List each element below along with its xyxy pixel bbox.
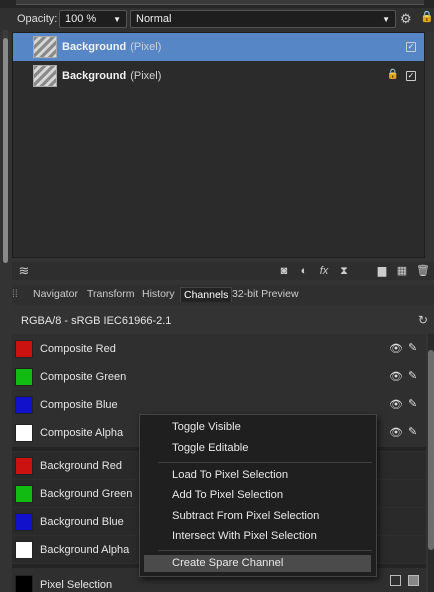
menu-item-load-to-pixel-selection[interactable]: Load To Pixel Selection [172, 469, 288, 481]
lock-icon[interactable]: 🔒 [387, 69, 399, 80]
layer-thumbnail [33, 36, 57, 58]
channel-name: Background Blue [40, 515, 124, 528]
channel-swatch-red [15, 456, 33, 475]
menu-item-intersect-with-pixel-selection[interactable]: Intersect With Pixel Selection [172, 530, 317, 542]
channel-name: Composite Green [40, 370, 127, 383]
channels-scrollbar-thumb[interactable] [428, 350, 434, 550]
layer-kind: (Pixel) [130, 70, 162, 82]
layer-tools-bar: ≋ ◙ ◐ fx ⧗ ▆ ▦ 🗑 [12, 262, 434, 280]
top-strip [0, 0, 434, 8]
opacity-field[interactable]: 100 % ▼ [59, 10, 127, 28]
pencil-icon[interactable]: ✎ [408, 341, 417, 354]
menu-item-toggle-editable[interactable]: Toggle Editable [172, 442, 249, 454]
layer-row[interactable]: Background (Pixel) 🔒 ✓ [13, 62, 424, 90]
color-profile-bar: RGBA/8 - sRGB IEC61966-2.1 ↻ [12, 310, 434, 332]
layer-thumbnail [33, 65, 57, 87]
menu-item-add-to-pixel-selection[interactable]: Add To Pixel Selection [172, 489, 283, 501]
channel-toggle-icon[interactable] [408, 575, 419, 586]
layer-kind: (Pixel) [130, 41, 162, 53]
layer-name: Background [62, 70, 127, 82]
chevron-down-icon: ▼ [382, 14, 390, 24]
tab-navigator[interactable]: Navigator [33, 288, 78, 300]
layer-name: Background [62, 41, 127, 53]
gear-icon[interactable]: ⚙ [400, 11, 412, 27]
lock-icon[interactable]: 🔒 [420, 10, 434, 23]
panel-tabs: ⁞⁞ Navigator Transform History Channels … [12, 285, 434, 305]
channel-name: Background Alpha [40, 543, 130, 556]
channel-swatch-blue [15, 512, 33, 531]
pencil-icon[interactable]: ✎ [408, 397, 417, 410]
channel-row[interactable]: Composite Red 👁 ✎ [12, 335, 426, 362]
layers-stack-icon[interactable]: ≋ [18, 264, 30, 277]
opacity-value: 100 % [65, 13, 97, 25]
menu-item-toggle-visible[interactable]: Toggle Visible [172, 421, 241, 433]
blend-mode-value: Normal [136, 13, 172, 25]
menu-item-create-spare-channel[interactable]: Create Spare Channel [172, 557, 283, 569]
layer-options-bar: Opacity: 100 % ▼ Normal ▼ ⚙ 🔒 [0, 8, 434, 32]
channel-swatch-red [15, 339, 33, 358]
menu-separator [158, 550, 372, 551]
channel-name: Composite Red [40, 342, 116, 355]
layers-list: Background (Pixel) ✓ Background (Pixel) … [12, 32, 425, 258]
channel-swatch-blue [15, 395, 33, 414]
folder-icon[interactable]: ▆ [376, 265, 388, 277]
menu-separator [158, 462, 372, 463]
channel-name: Composite Blue [40, 398, 118, 411]
color-profile-label: RGBA/8 - sRGB IEC61966-2.1 [21, 315, 172, 327]
menu-item-subtract-from-pixel-selection[interactable]: Subtract From Pixel Selection [172, 510, 319, 522]
mask-icon[interactable]: ◙ [278, 265, 290, 277]
blend-mode-select[interactable]: Normal ▼ [130, 10, 396, 28]
top-strip-inner [16, 0, 424, 5]
reset-icon[interactable]: ↻ [418, 313, 428, 327]
channel-name: Background Green [40, 487, 133, 500]
channel-context-menu: Toggle Visible Toggle Editable Load To P… [139, 414, 377, 577]
channel-row[interactable]: Composite Green 👁 ✎ [12, 363, 426, 390]
channel-toggle-icon[interactable] [390, 575, 401, 586]
tab-32bit-preview[interactable]: 32-bit Preview [232, 288, 299, 300]
adjustment-icon[interactable]: ◐ [298, 265, 310, 277]
visibility-checkbox[interactable]: ✓ [406, 42, 416, 52]
tab-transform[interactable]: Transform [87, 288, 134, 300]
layers-scrollbar-thumb[interactable] [3, 38, 8, 263]
opacity-label: Opacity: [17, 13, 58, 25]
channel-name: Composite Alpha [40, 426, 124, 439]
pencil-icon[interactable]: ✎ [408, 369, 417, 382]
channel-name: Background Red [40, 459, 122, 472]
channel-swatch-selection [15, 575, 33, 592]
channel-swatch-alpha [15, 540, 33, 559]
visibility-checkbox[interactable]: ✓ [406, 71, 416, 81]
fx-icon[interactable]: fx [318, 265, 330, 277]
eye-icon[interactable]: 👁 [389, 370, 403, 383]
channel-swatch-green [15, 484, 33, 503]
layer-row[interactable]: Background (Pixel) ✓ [13, 33, 424, 61]
hourglass-icon[interactable]: ⧗ [338, 265, 350, 277]
eye-icon[interactable]: 👁 [389, 342, 403, 355]
trash-icon[interactable]: 🗑 [416, 265, 430, 277]
eye-icon[interactable]: 👁 [389, 426, 403, 439]
pixel-grid-icon[interactable]: ▦ [396, 265, 408, 277]
channel-swatch-green [15, 367, 33, 386]
tab-history[interactable]: History [142, 288, 175, 300]
eye-icon[interactable]: 👁 [389, 398, 403, 411]
channel-name: Pixel Selection [40, 579, 113, 591]
panel-grip-icon[interactable]: ⁞⁞ [12, 288, 18, 300]
pencil-icon[interactable]: ✎ [408, 425, 417, 438]
tab-channels[interactable]: Channels [180, 287, 233, 302]
channel-swatch-alpha [15, 423, 33, 442]
chevron-down-icon: ▼ [113, 14, 121, 24]
